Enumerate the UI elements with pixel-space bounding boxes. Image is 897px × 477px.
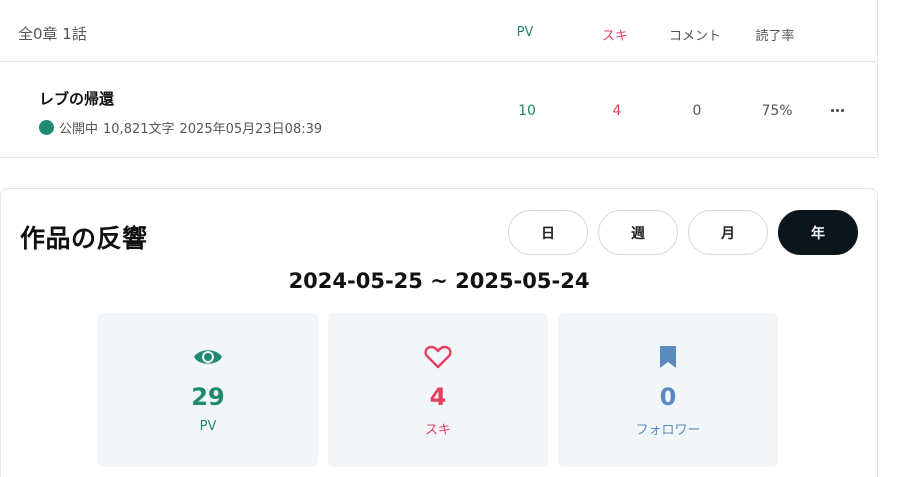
episode-row[interactable]: レブの帰還 公開中 10,821文字 2025年05月23日08:39 10 4… <box>0 63 878 157</box>
episode-list-panel: 全0章 1話 PV スキ コメント 読了率 レブの帰還 公開中 10,821文字… <box>0 0 878 158</box>
pv-stat-label: PV <box>199 419 217 434</box>
reaction-panel: 作品の反響 日 週 月 年 2024-05-25 ~ 2025-05-24 29… <box>0 188 878 477</box>
heart-icon <box>328 345 548 371</box>
column-header-suki: スキ <box>601 29 628 44</box>
follower-stat-label: フォロワー <box>635 423 701 438</box>
episode-published-at: 2025年05月23日08:39 <box>179 122 323 137</box>
follower-stat-card: 0 フォロワー <box>558 313 778 467</box>
eye-icon <box>98 345 318 371</box>
published-status-dot-icon <box>39 120 54 135</box>
suki-stat-value: 4 <box>429 383 447 411</box>
bookmark-icon <box>558 345 778 371</box>
section-title: 作品の反響 <box>20 224 148 253</box>
episode-title[interactable]: レブの帰還 <box>39 88 114 109</box>
episode-suki: 4 <box>612 103 622 119</box>
column-header-comment: コメント <box>668 29 721 44</box>
range-day-button[interactable]: 日 <box>508 210 588 255</box>
more-options-icon[interactable] <box>826 99 848 121</box>
follower-stat-value: 0 <box>659 383 677 411</box>
episode-comment-count: 0 <box>692 103 702 119</box>
suki-stat-card: 4 スキ <box>328 313 548 467</box>
range-month-button[interactable]: 月 <box>688 210 768 255</box>
episode-meta: 公開中 10,821文字 2025年05月23日08:39 <box>39 118 322 137</box>
column-header-pv: PV <box>516 25 534 40</box>
episode-list-header: 全0章 1話 PV スキ コメント 読了率 <box>0 0 878 62</box>
episode-read-rate: 75% <box>761 103 793 119</box>
chapter-count: 全0章 1話 <box>18 25 87 43</box>
range-week-button[interactable]: 週 <box>598 210 678 255</box>
pv-stat-card: 29 PV <box>98 313 318 467</box>
date-range: 2024-05-25 ~ 2025-05-24 <box>288 269 590 293</box>
page: 全0章 1話 PV スキ コメント 読了率 レブの帰還 公開中 10,821文字… <box>0 0 897 477</box>
episode-pv: 10 <box>518 103 536 119</box>
pv-stat-value: 29 <box>191 383 225 411</box>
suki-stat-label: スキ <box>424 423 451 438</box>
column-header-read-rate: 読了率 <box>755 29 795 44</box>
episode-char-count: 10,821文字 <box>103 122 175 137</box>
range-year-button[interactable]: 年 <box>778 210 858 255</box>
episode-status: 公開中 <box>59 122 99 137</box>
